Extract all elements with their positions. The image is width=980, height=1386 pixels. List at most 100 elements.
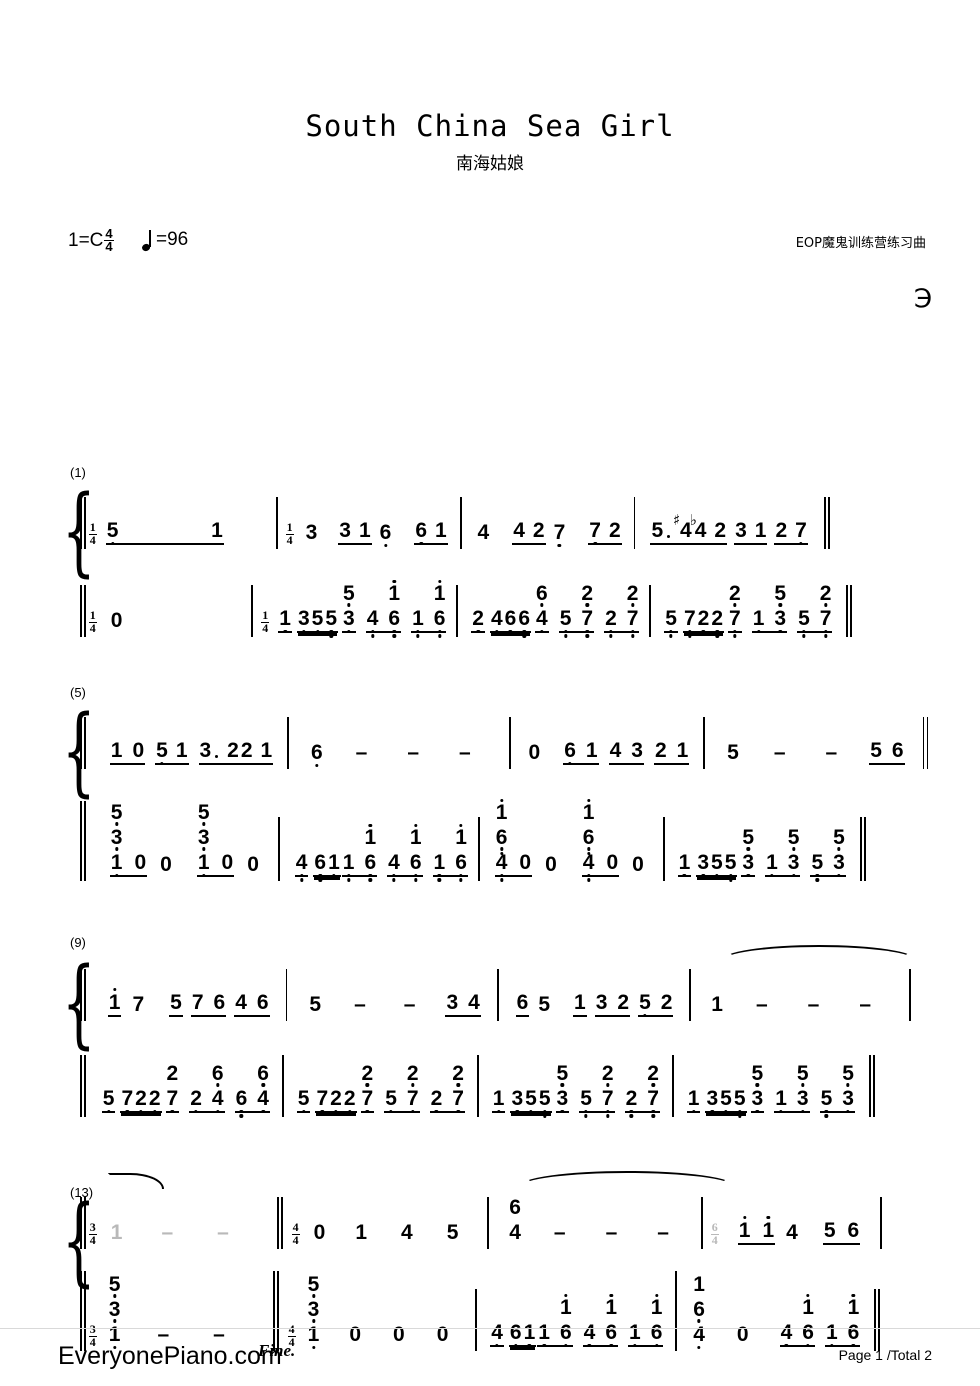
grand-staff-brace-1: { xyxy=(62,475,96,587)
note-group: 1 xyxy=(354,1220,368,1244)
note-1-tied-gray: 1 xyxy=(110,1220,123,1244)
note-6: 6 xyxy=(847,1218,860,1242)
note-group: 0 xyxy=(159,853,173,875)
note-3: 3 xyxy=(305,520,318,544)
measure-2-treble[interactable]: 14 3 3 1 6 6 1 xyxy=(285,518,448,553)
note-group: 7 xyxy=(553,521,567,547)
time-signature: 4 4 xyxy=(104,227,114,254)
chord-1-6: 1 6 xyxy=(387,579,401,638)
note-5: 5 xyxy=(309,992,322,1016)
note-group-chord: 1 5 3 xyxy=(751,582,788,633)
note-group: 4 xyxy=(477,521,491,543)
note-group-chord: 1 1 6 xyxy=(341,823,378,882)
measure-8-treble[interactable]: 5 – – 5 6 xyxy=(712,738,905,773)
note-group: 0 xyxy=(528,740,542,764)
chord-2-7c: 2 7 xyxy=(451,1062,465,1113)
note-1: 1 xyxy=(110,738,123,762)
note-5-low2: 5 xyxy=(324,607,338,638)
barline xyxy=(662,817,665,881)
note-group-chord: 5 5 3 xyxy=(819,1062,855,1118)
note-2-low: 2 xyxy=(625,1087,639,1118)
measure-6-treble[interactable]: 6 – – – xyxy=(296,741,473,773)
note-group: 1 xyxy=(278,607,292,633)
measure-1-bass[interactable]: 14 0 xyxy=(88,609,124,641)
note-group-chord: 6 4 xyxy=(535,582,549,633)
note-7-low: 7 xyxy=(120,1087,134,1113)
barline xyxy=(459,497,462,549)
note-group-16th: 7 2 2 xyxy=(120,1087,162,1113)
note-6: 6 xyxy=(213,990,226,1014)
flat-icon: ♭ xyxy=(689,510,697,529)
note-group: 0 xyxy=(544,853,558,875)
measure-16-treble[interactable]: 64 1 1 4 5 6 xyxy=(710,1215,861,1253)
measure-4-treble[interactable]: 5 4 ♯ 4 ♭ 2 3 1 2 7 xyxy=(642,512,808,553)
note-5-low2: 5 xyxy=(733,1087,747,1118)
chord-upper-2: 2 xyxy=(407,1062,419,1087)
barline xyxy=(251,585,254,637)
note-6: 6 xyxy=(891,738,904,762)
measure-3-bass[interactable]: 2 4 6 6 6 4 5 2 7 2 2 7 xyxy=(465,582,640,641)
note-group: 3 1 xyxy=(338,518,372,545)
measure-5-treble[interactable]: 1 0 5 1 3 2 2 1 xyxy=(88,738,274,773)
measure-8-bass[interactable]: 1 3 5 5 5 3 1 5 3 5 5 3 xyxy=(672,826,846,885)
measure-7-bass[interactable]: 1 6 4 0 0 1 6 4 0 0 xyxy=(487,798,645,886)
note-6-low2: 6 xyxy=(517,607,531,638)
note-1-low2: 1 xyxy=(765,851,779,877)
note-5-low: 5 xyxy=(719,1087,733,1113)
chord-upper-5: 5 xyxy=(774,582,786,607)
note-group: 5 6 xyxy=(822,1218,861,1245)
footer-divider xyxy=(0,1328,980,1329)
measure-11-treble[interactable]: 6 5 1 3 2 5 2 xyxy=(506,991,674,1025)
measure-9-bass[interactable]: 5 7 2 2 2 7 2 6 4 6 6 4 xyxy=(88,1061,270,1121)
time-signature-3-4: 34 xyxy=(88,1220,97,1247)
measure-5-bass[interactable]: 5 3 1 0 0 5 3 1 0 0 xyxy=(88,801,260,886)
measure-13-treble[interactable]: 34 1 – – xyxy=(88,1220,231,1253)
chord-2-7: 2 7 xyxy=(601,1062,615,1118)
chord-mid-3: 3 xyxy=(109,1298,120,1323)
barline-start xyxy=(80,969,82,1021)
note-3-dotted: 3 xyxy=(199,738,212,762)
note-group: 6 xyxy=(515,991,530,1017)
chord-5-3-1: 5 3 1 xyxy=(110,801,124,877)
note-group-chord: 2 2 7 xyxy=(604,582,640,638)
chord-1-6: 1 6 xyxy=(433,579,447,638)
note-2: 2 xyxy=(714,518,727,542)
note-5: 5 xyxy=(870,738,882,762)
note-1-low2: 1 xyxy=(342,851,356,882)
note-1-low3: 1 xyxy=(433,851,447,882)
measure-2-bass[interactable]: 14 1 3 5 5 5 3 4 1 6 1 1 6 xyxy=(260,579,447,641)
note-5-low: 5 xyxy=(297,1087,311,1113)
rest-0: 0 xyxy=(528,740,541,764)
chord-upper-1: 1 xyxy=(364,823,377,849)
measure-12-treble[interactable]: 1 – – – xyxy=(698,993,873,1025)
note-1: 1 xyxy=(355,1220,368,1244)
note-2: 2 xyxy=(775,518,788,542)
measure-3-treble[interactable]: 4 4 2 7 7 2 xyxy=(469,519,622,553)
note-group-chord: 2 2 7 xyxy=(429,1062,465,1113)
site-name: EveryonePiano.com xyxy=(58,1342,282,1370)
measure-1-treble[interactable]: 14 5 1 xyxy=(88,519,224,553)
measure-10-treble[interactable]: 5 – – 3 4 xyxy=(294,990,481,1025)
grand-staff-brace-3: { xyxy=(62,947,96,1059)
note-1-high-b: 1 xyxy=(761,1215,775,1241)
measure-12-bass[interactable]: 1 3 5 5 5 3 1 5 3 5 5 3 xyxy=(681,1062,855,1121)
tempo-marking: =96 xyxy=(141,229,188,252)
measure-15-treble[interactable]: 6 4 – – – xyxy=(496,1196,671,1253)
note-3: 3 xyxy=(446,990,459,1014)
note-group-chord: 5 2 7 xyxy=(797,582,833,638)
barline xyxy=(671,1055,674,1117)
measure-7-treble[interactable]: 0 6 1 4 3 2 1 xyxy=(518,739,690,773)
measure-10-bass[interactable]: 5 7 2 2 2 7 5 2 7 2 2 7 xyxy=(291,1062,465,1121)
chord-upper-2: 2 xyxy=(166,1061,179,1085)
note-6-low: 6 xyxy=(235,1087,249,1118)
measure-4-bass[interactable]: 5 7 2 2 2 7 1 5 3 5 2 7 xyxy=(658,582,833,641)
measure-14-treble[interactable]: 44 0 1 4 5 xyxy=(291,1220,460,1253)
measure-6-bass[interactable]: 4 6 1 1 1 6 4 1 6 1 1 6 xyxy=(287,823,468,885)
tie-arc xyxy=(520,1171,734,1189)
measure-9-treble[interactable]: 1 7 5 7 6 4 6 xyxy=(88,987,270,1025)
note-5-low: 5 xyxy=(155,739,169,765)
chord-2-7: 2 7 xyxy=(728,582,742,638)
measure-11-bass[interactable]: 1 3 5 5 5 3 5 2 7 2 2 7 xyxy=(486,1062,660,1121)
note-3: 3 xyxy=(339,518,351,542)
note-group-chord: 5 2 7 xyxy=(579,1062,615,1118)
